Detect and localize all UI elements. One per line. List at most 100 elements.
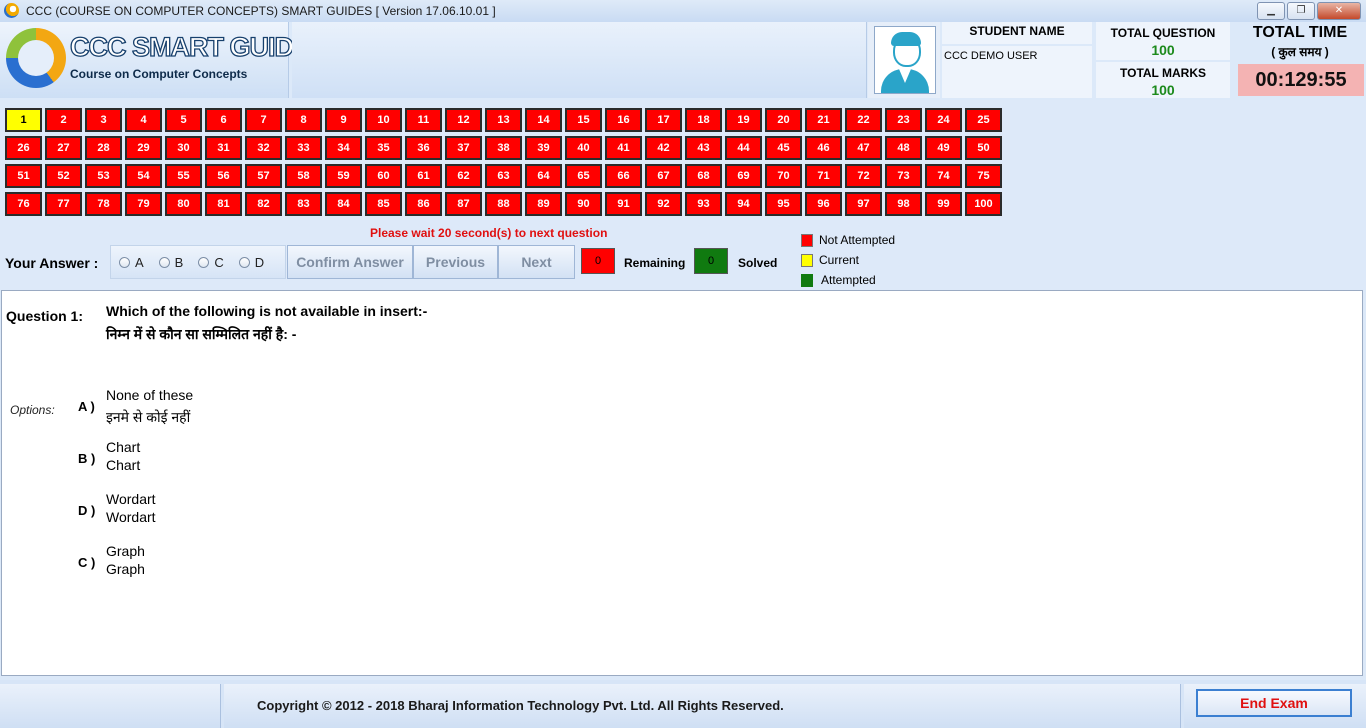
question-button-23[interactable]: 23	[885, 108, 922, 132]
question-button-80[interactable]: 80	[165, 192, 202, 216]
question-button-26[interactable]: 26	[5, 136, 42, 160]
question-button-56[interactable]: 56	[205, 164, 242, 188]
question-button-82[interactable]: 82	[245, 192, 282, 216]
next-button[interactable]: Next	[498, 245, 575, 279]
question-button-78[interactable]: 78	[85, 192, 122, 216]
question-button-95[interactable]: 95	[765, 192, 802, 216]
question-button-81[interactable]: 81	[205, 192, 242, 216]
end-exam-button[interactable]: End Exam	[1196, 689, 1352, 717]
question-button-100[interactable]: 100	[965, 192, 1002, 216]
question-button-66[interactable]: 66	[605, 164, 642, 188]
answer-radio-d[interactable]: D	[238, 255, 264, 270]
question-button-32[interactable]: 32	[245, 136, 282, 160]
question-button-49[interactable]: 49	[925, 136, 962, 160]
minimize-button[interactable]: ▁	[1257, 2, 1285, 20]
question-button-65[interactable]: 65	[565, 164, 602, 188]
question-button-29[interactable]: 29	[125, 136, 162, 160]
question-button-17[interactable]: 17	[645, 108, 682, 132]
question-button-99[interactable]: 99	[925, 192, 962, 216]
question-button-2[interactable]: 2	[45, 108, 82, 132]
question-button-42[interactable]: 42	[645, 136, 682, 160]
question-button-38[interactable]: 38	[485, 136, 522, 160]
question-button-6[interactable]: 6	[205, 108, 242, 132]
question-button-4[interactable]: 4	[125, 108, 162, 132]
question-button-57[interactable]: 57	[245, 164, 282, 188]
previous-button[interactable]: Previous	[413, 245, 498, 279]
question-button-64[interactable]: 64	[525, 164, 562, 188]
radio-icon[interactable]	[158, 256, 170, 268]
question-button-69[interactable]: 69	[725, 164, 762, 188]
question-button-59[interactable]: 59	[325, 164, 362, 188]
question-button-21[interactable]: 21	[805, 108, 842, 132]
answer-radio-b[interactable]: B	[158, 255, 183, 270]
question-button-22[interactable]: 22	[845, 108, 882, 132]
question-button-20[interactable]: 20	[765, 108, 802, 132]
question-button-5[interactable]: 5	[165, 108, 202, 132]
question-button-41[interactable]: 41	[605, 136, 642, 160]
question-button-37[interactable]: 37	[445, 136, 482, 160]
question-button-50[interactable]: 50	[965, 136, 1002, 160]
question-button-11[interactable]: 11	[405, 108, 442, 132]
question-button-96[interactable]: 96	[805, 192, 842, 216]
restore-button[interactable]: ❐	[1287, 2, 1315, 20]
question-button-34[interactable]: 34	[325, 136, 362, 160]
question-button-7[interactable]: 7	[245, 108, 282, 132]
question-button-94[interactable]: 94	[725, 192, 762, 216]
question-button-91[interactable]: 91	[605, 192, 642, 216]
question-button-97[interactable]: 97	[845, 192, 882, 216]
question-button-13[interactable]: 13	[485, 108, 522, 132]
question-button-72[interactable]: 72	[845, 164, 882, 188]
question-button-67[interactable]: 67	[645, 164, 682, 188]
question-button-10[interactable]: 10	[365, 108, 402, 132]
question-button-46[interactable]: 46	[805, 136, 842, 160]
radio-icon[interactable]	[119, 256, 130, 268]
radio-icon[interactable]	[238, 256, 250, 268]
question-button-51[interactable]: 51	[5, 164, 42, 188]
question-button-3[interactable]: 3	[85, 108, 122, 132]
question-button-44[interactable]: 44	[725, 136, 762, 160]
question-button-25[interactable]: 25	[965, 108, 1002, 132]
question-button-54[interactable]: 54	[125, 164, 162, 188]
confirm-answer-button[interactable]: Confirm Answer	[287, 245, 413, 279]
question-button-28[interactable]: 28	[85, 136, 122, 160]
question-button-70[interactable]: 70	[765, 164, 802, 188]
question-button-48[interactable]: 48	[885, 136, 922, 160]
question-button-98[interactable]: 98	[885, 192, 922, 216]
question-button-31[interactable]: 31	[205, 136, 242, 160]
question-button-89[interactable]: 89	[525, 192, 562, 216]
question-button-45[interactable]: 45	[765, 136, 802, 160]
question-button-58[interactable]: 58	[285, 164, 322, 188]
question-button-16[interactable]: 16	[605, 108, 642, 132]
question-button-75[interactable]: 75	[965, 164, 1002, 188]
question-button-15[interactable]: 15	[565, 108, 602, 132]
question-button-76[interactable]: 76	[5, 192, 42, 216]
radio-icon[interactable]	[198, 256, 210, 268]
question-button-86[interactable]: 86	[405, 192, 442, 216]
answer-radio-a[interactable]: A	[119, 255, 144, 270]
question-button-92[interactable]: 92	[645, 192, 682, 216]
question-button-24[interactable]: 24	[925, 108, 962, 132]
question-button-52[interactable]: 52	[45, 164, 82, 188]
question-button-53[interactable]: 53	[85, 164, 122, 188]
question-button-39[interactable]: 39	[525, 136, 562, 160]
question-button-33[interactable]: 33	[285, 136, 322, 160]
question-button-74[interactable]: 74	[925, 164, 962, 188]
question-button-87[interactable]: 87	[445, 192, 482, 216]
question-button-1[interactable]: 1	[5, 108, 42, 132]
question-button-90[interactable]: 90	[565, 192, 602, 216]
question-button-71[interactable]: 71	[805, 164, 842, 188]
question-button-55[interactable]: 55	[165, 164, 202, 188]
question-button-12[interactable]: 12	[445, 108, 482, 132]
question-button-84[interactable]: 84	[325, 192, 362, 216]
question-button-14[interactable]: 14	[525, 108, 562, 132]
question-button-30[interactable]: 30	[165, 136, 202, 160]
question-button-77[interactable]: 77	[45, 192, 82, 216]
question-button-60[interactable]: 60	[365, 164, 402, 188]
question-button-35[interactable]: 35	[365, 136, 402, 160]
question-button-79[interactable]: 79	[125, 192, 162, 216]
question-button-88[interactable]: 88	[485, 192, 522, 216]
question-button-43[interactable]: 43	[685, 136, 722, 160]
question-button-9[interactable]: 9	[325, 108, 362, 132]
question-button-19[interactable]: 19	[725, 108, 762, 132]
question-button-40[interactable]: 40	[565, 136, 602, 160]
